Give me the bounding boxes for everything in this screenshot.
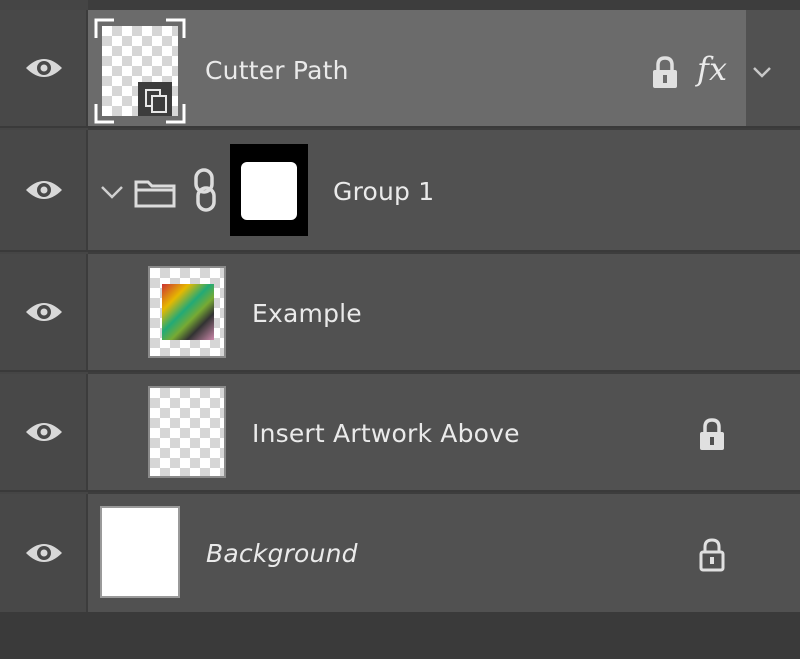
layer-selection-highlight bbox=[88, 10, 746, 126]
layer-name[interactable]: Cutter Path bbox=[205, 56, 349, 85]
folder-icon bbox=[134, 180, 176, 208]
layer-thumbnail[interactable] bbox=[94, 18, 186, 124]
layer-name[interactable]: Group 1 bbox=[333, 177, 434, 206]
layer-row-group-1[interactable]: Group 1 bbox=[0, 130, 800, 252]
chevron-down-icon[interactable] bbox=[752, 65, 772, 79]
lock-icon[interactable] bbox=[697, 418, 727, 452]
panel-footer bbox=[0, 612, 800, 659]
eye-icon[interactable] bbox=[24, 418, 64, 446]
layer-row-insert-artwork-above[interactable]: Insert Artwork Above bbox=[0, 374, 800, 492]
chain-link-icon[interactable] bbox=[192, 168, 218, 212]
smart-object-badge-icon bbox=[138, 82, 172, 116]
layer-name[interactable]: Background bbox=[206, 539, 358, 568]
layer-thumbnail[interactable] bbox=[148, 386, 226, 478]
eye-icon[interactable] bbox=[24, 54, 64, 82]
artwork-preview bbox=[162, 284, 214, 340]
layer-row-cutter-path[interactable]: Cutter Path fx bbox=[0, 10, 800, 128]
layer-row-example[interactable]: Example bbox=[0, 254, 800, 372]
lock-icon[interactable] bbox=[650, 56, 680, 90]
layer-name[interactable]: Example bbox=[252, 299, 362, 328]
layer-thumbnail[interactable] bbox=[100, 506, 180, 598]
fx-icon[interactable]: fx bbox=[697, 50, 727, 88]
eye-icon[interactable] bbox=[24, 176, 64, 204]
layer-mask-thumbnail[interactable] bbox=[230, 144, 308, 236]
eye-icon[interactable] bbox=[24, 539, 64, 567]
eye-icon[interactable] bbox=[24, 298, 64, 326]
layer-thumbnail[interactable] bbox=[148, 266, 226, 358]
lock-outline-icon[interactable] bbox=[697, 538, 727, 572]
chevron-down-icon[interactable] bbox=[100, 184, 124, 200]
layer-row-background[interactable]: Background bbox=[0, 494, 800, 612]
layer-name[interactable]: Insert Artwork Above bbox=[252, 419, 520, 448]
